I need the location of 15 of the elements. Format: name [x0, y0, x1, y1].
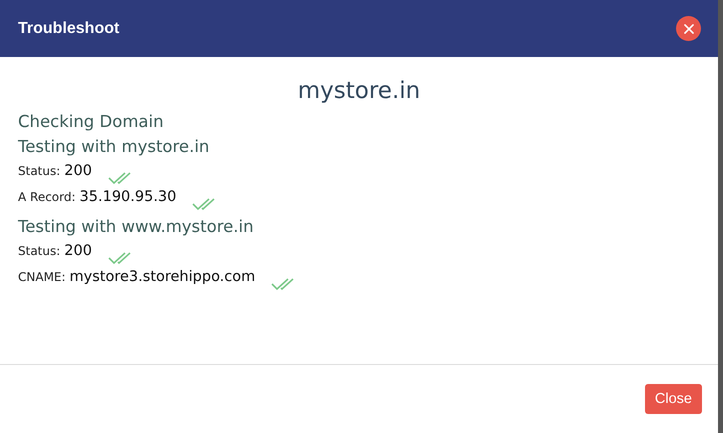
section-heading: Checking Domain	[18, 112, 165, 131]
check-label: A Record:	[18, 190, 76, 206]
domain-title: mystore.in	[296, 78, 422, 104]
check-value: 200	[64, 163, 92, 181]
check-label: Status:	[18, 244, 60, 260]
close-icon[interactable]	[676, 16, 701, 41]
close-button[interactable]: Close	[644, 384, 702, 414]
check-label: CNAME:	[18, 270, 66, 286]
check-value: 35.190.95.30	[80, 189, 176, 207]
check-value: mystore3.storehippo.com	[70, 269, 256, 287]
check-label: Status:	[18, 164, 60, 180]
check-value: 200	[64, 243, 92, 261]
test-heading: Testing with mystore.in	[18, 137, 210, 156]
dialog-title: Troubleshoot	[18, 20, 120, 38]
test-heading: Testing with www.mystore.in	[18, 217, 255, 236]
